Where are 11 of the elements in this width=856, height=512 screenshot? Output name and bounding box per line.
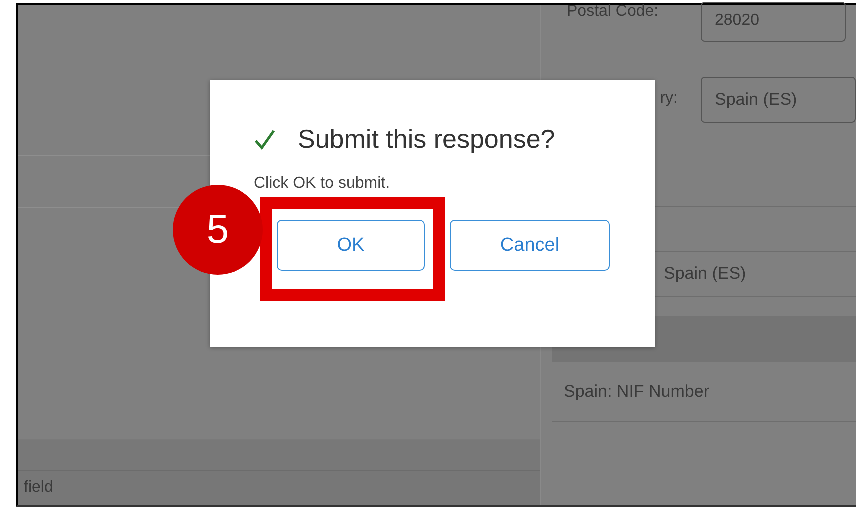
postal-code-label: Postal Code: [566,3,660,21]
cancel-button[interactable]: Cancel [450,220,610,271]
postal-code-field[interactable]: 28020 [701,2,846,42]
country-label: ry: [659,90,678,108]
country-field[interactable]: Spain (ES) [701,77,856,123]
country-value: Spain (ES) [664,264,746,284]
checkmark-icon [254,128,276,150]
table-cell: Spain: NIF Number [564,382,710,402]
field-label: field [24,479,54,497]
ok-button[interactable]: OK [277,220,425,271]
dialog-title: Submit this response? [298,124,556,155]
